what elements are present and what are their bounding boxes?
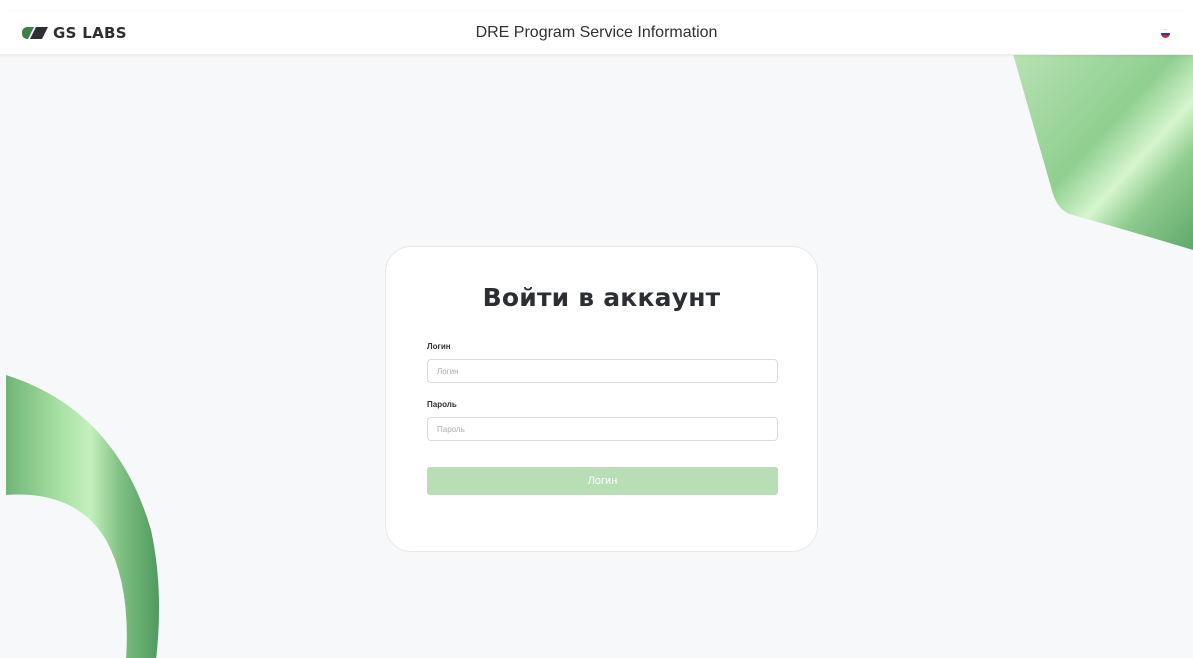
login-input[interactable] bbox=[427, 359, 778, 383]
decorative-torus-bottom-left bbox=[6, 375, 160, 658]
login-page: GS LABS DRE Program Service Information bbox=[0, 0, 1193, 658]
header-spacer bbox=[0, 0, 1193, 12]
login-title: Войти в аккаунт bbox=[482, 283, 721, 312]
password-label: Пароль bbox=[427, 400, 457, 409]
password-input[interactable] bbox=[427, 417, 778, 441]
login-submit-button[interactable]: Логин bbox=[427, 467, 778, 495]
ru-flag-icon[interactable] bbox=[1161, 29, 1170, 38]
top-bar: GS LABS DRE Program Service Information bbox=[0, 12, 1193, 55]
app-title: DRE Program Service Information bbox=[475, 24, 718, 41]
decorative-shape-top-right bbox=[1013, 54, 1193, 250]
login-card: Войти в аккаунт Логин Пароль Логин bbox=[385, 246, 818, 552]
login-label: Логин bbox=[427, 342, 451, 351]
